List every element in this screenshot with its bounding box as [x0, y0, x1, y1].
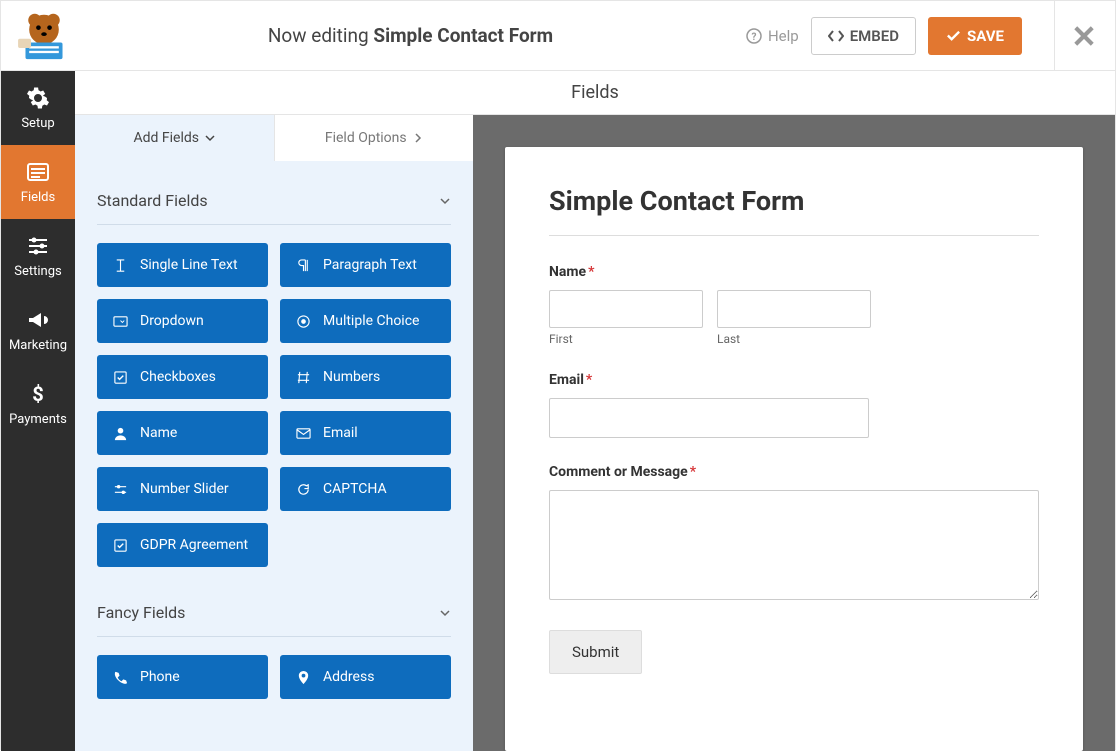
- svg-text:$: $: [32, 382, 43, 406]
- checkbox-icon: [113, 538, 128, 553]
- field-numbers[interactable]: Numbers: [280, 355, 451, 399]
- comment-label: Comment or Message*: [549, 464, 1039, 480]
- text-cursor-icon: [113, 258, 128, 273]
- refresh-icon: [296, 482, 311, 497]
- field-captcha[interactable]: CAPTCHA: [280, 467, 451, 511]
- logo: [13, 9, 75, 63]
- sliders-icon: [26, 234, 50, 258]
- sidebar-item-marketing[interactable]: Marketing: [1, 293, 75, 367]
- chevron-down-icon: [205, 133, 215, 143]
- hash-icon: [296, 370, 311, 385]
- field-email[interactable]: Email: [280, 411, 451, 455]
- sidebar-item-label: Setup: [21, 116, 54, 131]
- tab-field-options[interactable]: Field Options: [274, 115, 474, 161]
- field-checkboxes[interactable]: Checkboxes: [97, 355, 268, 399]
- embed-button[interactable]: EMBED: [811, 17, 916, 55]
- submit-button[interactable]: Submit: [549, 630, 642, 674]
- dropdown-icon: [113, 314, 128, 329]
- section-standard-fields[interactable]: Standard Fields: [97, 183, 451, 225]
- form-title: Simple Contact Form: [549, 185, 1039, 236]
- checkbox-icon: [113, 370, 128, 385]
- radio-icon: [296, 314, 311, 329]
- save-button[interactable]: SAVE: [928, 17, 1022, 55]
- tab-add-fields[interactable]: Add Fields: [75, 115, 274, 161]
- sidebar-item-label: Marketing: [9, 338, 67, 353]
- field-phone[interactable]: Phone: [97, 655, 268, 699]
- panel-title: Fields: [75, 71, 1115, 115]
- chevron-down-icon: [439, 607, 451, 619]
- field-multiple-choice[interactable]: Multiple Choice: [280, 299, 451, 343]
- email-label: Email*: [549, 372, 1039, 388]
- gear-icon: [26, 86, 50, 110]
- check-icon: [946, 28, 961, 43]
- last-name-input[interactable]: [717, 290, 871, 328]
- megaphone-icon: [26, 308, 50, 332]
- help-link[interactable]: ? Help: [746, 27, 799, 45]
- user-icon: [113, 426, 128, 441]
- envelope-icon: [296, 426, 311, 441]
- help-icon: ?: [746, 28, 762, 44]
- dollar-icon: $: [26, 382, 50, 406]
- sliders-icon: [113, 482, 128, 497]
- field-dropdown[interactable]: Dropdown: [97, 299, 268, 343]
- last-sublabel: Last: [717, 332, 871, 346]
- close-button[interactable]: [1054, 1, 1095, 71]
- sidebar-item-fields[interactable]: Fields: [1, 145, 75, 219]
- field-number-slider[interactable]: Number Slider: [97, 467, 268, 511]
- sidebar-item-label: Settings: [14, 264, 61, 279]
- form-preview[interactable]: Simple Contact Form Name* First Last: [505, 147, 1083, 751]
- page-title: Now editing Simple Contact Form: [75, 24, 746, 47]
- email-input[interactable]: [549, 398, 869, 438]
- sidebar-item-payments[interactable]: $ Payments: [1, 367, 75, 441]
- code-icon: [828, 28, 844, 44]
- chevron-right-icon: [413, 133, 423, 143]
- paragraph-icon: [296, 258, 311, 273]
- svg-text:?: ?: [751, 32, 756, 43]
- chevron-down-icon: [439, 195, 451, 207]
- phone-icon: [113, 670, 128, 685]
- section-fancy-fields[interactable]: Fancy Fields: [97, 595, 451, 637]
- name-label: Name*: [549, 264, 1039, 280]
- sidebar-item-label: Fields: [21, 190, 55, 205]
- field-single-line-text[interactable]: Single Line Text: [97, 243, 268, 287]
- sidebar-item-label: Payments: [9, 412, 67, 427]
- first-name-input[interactable]: [549, 290, 703, 328]
- comment-textarea[interactable]: [549, 490, 1039, 600]
- field-gdpr[interactable]: GDPR Agreement: [97, 523, 268, 567]
- list-icon: [26, 160, 50, 184]
- first-sublabel: First: [549, 332, 703, 346]
- sidebar-item-setup[interactable]: Setup: [1, 71, 75, 145]
- close-icon: [1073, 25, 1095, 47]
- map-pin-icon: [296, 670, 311, 685]
- sidebar-item-settings[interactable]: Settings: [1, 219, 75, 293]
- field-name[interactable]: Name: [97, 411, 268, 455]
- field-paragraph-text[interactable]: Paragraph Text: [280, 243, 451, 287]
- field-address[interactable]: Address: [280, 655, 451, 699]
